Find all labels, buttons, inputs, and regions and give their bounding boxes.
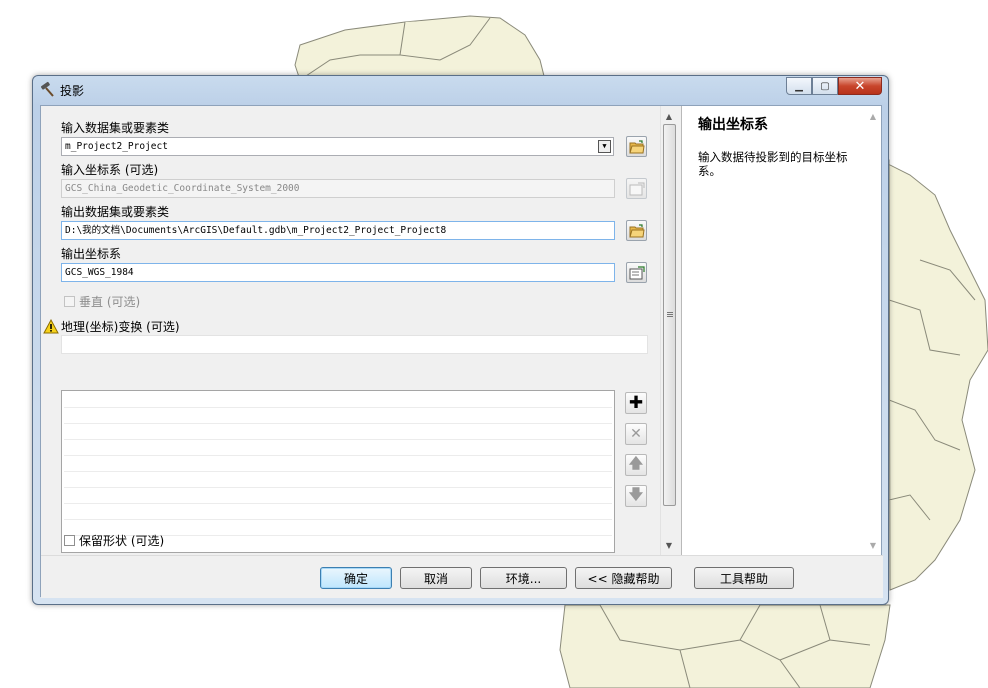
ok-button[interactable]: 确定 bbox=[320, 567, 392, 589]
maximize-icon: ▢ bbox=[820, 80, 830, 92]
move-up-button[interactable]: 🡅 bbox=[625, 454, 647, 476]
list-row-line bbox=[64, 503, 612, 504]
scroll-thumb[interactable] bbox=[663, 124, 676, 506]
geo-transform-combo[interactable] bbox=[61, 335, 648, 354]
list-row-line bbox=[64, 455, 612, 456]
properties-icon bbox=[629, 182, 644, 195]
dialog-client: 输入数据集或要素类 m_Project2_Project ▼ 输入坐标系 (可选… bbox=[40, 105, 883, 598]
output-dataset-input[interactable]: D:\我的文档\Documents\ArcGIS\Default.gdb\m_P… bbox=[61, 221, 615, 240]
input-dataset-browse-button[interactable] bbox=[626, 136, 647, 157]
input-dataset-combo[interactable]: m_Project2_Project ▼ bbox=[61, 137, 614, 156]
remove-row-button[interactable]: ✕ bbox=[625, 423, 647, 445]
parameters-scrollbar[interactable]: ▲ ▼ bbox=[660, 106, 677, 555]
minimize-icon: ▁ bbox=[795, 80, 803, 92]
minimize-button[interactable]: ▁ bbox=[786, 77, 812, 95]
help-body: 输入数据待投影到的目标坐标系。 bbox=[698, 150, 848, 178]
input-cs-field: GCS_China_Geodetic_Coordinate_System_200… bbox=[61, 179, 615, 198]
open-folder-icon bbox=[628, 223, 645, 237]
geo-transform-label: 地理(坐标)变换 (可选) bbox=[61, 320, 180, 334]
scroll-up-icon[interactable]: ▲ bbox=[661, 108, 677, 124]
transform-list[interactable] bbox=[61, 390, 615, 553]
arrow-up-icon: 🡅 bbox=[628, 456, 644, 472]
plus-icon: ✚ bbox=[628, 393, 644, 413]
button-row: 确定 取消 环境... << 隐藏帮助 工具帮助 bbox=[41, 555, 883, 598]
output-cs-value: GCS_WGS_1984 bbox=[65, 267, 134, 278]
list-row-line bbox=[64, 487, 612, 488]
help-scroll-down-icon[interactable]: ▼ bbox=[865, 537, 881, 553]
preserve-shape-checkbox[interactable] bbox=[64, 535, 75, 546]
close-button[interactable]: ✕ bbox=[838, 77, 882, 95]
dropdown-arrow-icon[interactable]: ▼ bbox=[598, 140, 611, 153]
grip-line bbox=[667, 316, 673, 317]
project-dialog: 投影 ▁ ▢ ✕ 输入数据集或要素类 m_Project2_Project ▼ bbox=[32, 75, 889, 605]
help-title: 输出坐标系 bbox=[698, 117, 768, 133]
cancel-button[interactable]: 取消 bbox=[400, 567, 472, 589]
list-row-line bbox=[64, 471, 612, 472]
x-icon: ✕ bbox=[630, 426, 642, 442]
close-icon: ✕ bbox=[854, 78, 866, 94]
move-down-button[interactable]: 🡇 bbox=[625, 485, 647, 507]
maximize-button[interactable]: ▢ bbox=[812, 77, 838, 95]
vertical-checkbox bbox=[64, 296, 75, 307]
hide-help-button[interactable]: << 隐藏帮助 bbox=[575, 567, 672, 589]
list-row-line bbox=[64, 439, 612, 440]
preserve-shape-label: 保留形状 (可选) bbox=[79, 534, 165, 548]
output-cs-label: 输出坐标系 bbox=[61, 247, 122, 261]
output-dataset-label: 输出数据集或要素类 bbox=[61, 205, 170, 219]
environments-button[interactable]: 环境... bbox=[480, 567, 567, 589]
input-dataset-label: 输入数据集或要素类 bbox=[61, 121, 170, 135]
hammer-icon bbox=[40, 81, 54, 97]
add-row-button[interactable]: ✚ bbox=[625, 392, 647, 414]
window-controls: ▁ ▢ ✕ bbox=[786, 77, 882, 97]
scroll-down-icon[interactable]: ▼ bbox=[661, 537, 677, 553]
vertical-label: 垂直 (可选) bbox=[79, 295, 141, 309]
output-dataset-value: D:\我的文档\Documents\ArcGIS\Default.gdb\m_P… bbox=[65, 225, 447, 236]
help-scrollbar[interactable]: ▲ ▼ bbox=[865, 106, 881, 555]
list-row-line bbox=[64, 407, 612, 408]
titlebar[interactable]: 投影 ▁ ▢ ✕ bbox=[33, 76, 888, 103]
arrow-down-icon: 🡇 bbox=[628, 487, 644, 503]
list-row-line bbox=[64, 423, 612, 424]
window-title: 投影 bbox=[60, 84, 85, 98]
output-cs-properties-button[interactable] bbox=[626, 262, 647, 283]
input-cs-value: GCS_China_Geodetic_Coordinate_System_200… bbox=[65, 183, 300, 194]
help-pane: 输出坐标系 输入数据待投影到的目标坐标系。 ▲ ▼ bbox=[681, 106, 881, 555]
grip-line bbox=[667, 312, 673, 313]
list-row-line bbox=[64, 519, 612, 520]
properties-icon bbox=[629, 265, 645, 279]
output-cs-field[interactable]: GCS_WGS_1984 bbox=[61, 263, 615, 282]
input-cs-properties-button bbox=[626, 178, 647, 199]
grip-line bbox=[667, 314, 673, 315]
output-dataset-browse-button[interactable] bbox=[626, 220, 647, 241]
open-folder-icon bbox=[628, 139, 645, 153]
warning-icon bbox=[43, 319, 59, 334]
parameters-pane: 输入数据集或要素类 m_Project2_Project ▼ 输入坐标系 (可选… bbox=[41, 106, 660, 555]
input-cs-label: 输入坐标系 (可选) bbox=[61, 163, 159, 177]
tool-help-button[interactable]: 工具帮助 bbox=[694, 567, 794, 589]
input-dataset-value: m_Project2_Project bbox=[65, 141, 168, 152]
help-scroll-up-icon[interactable]: ▲ bbox=[865, 108, 881, 124]
